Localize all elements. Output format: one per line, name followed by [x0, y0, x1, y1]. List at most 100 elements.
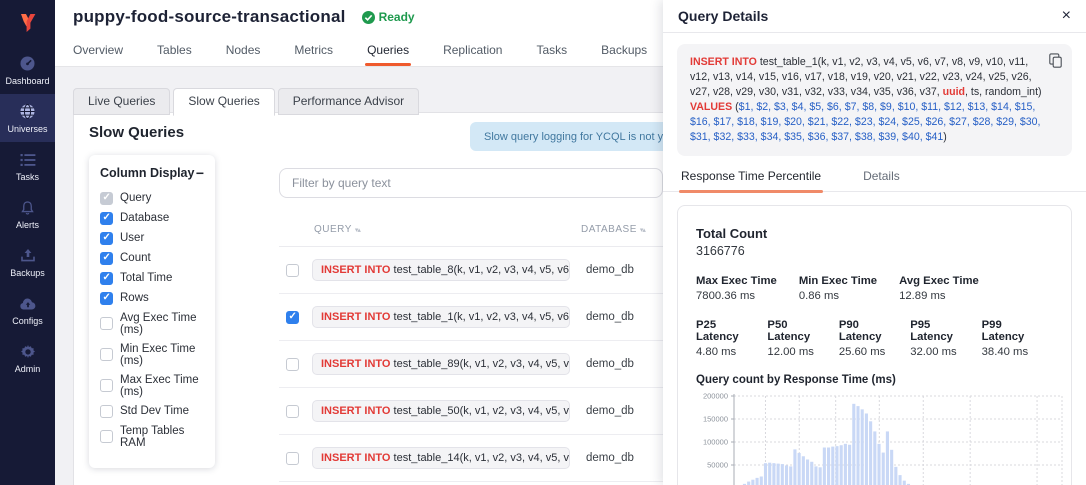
- tab-nodes[interactable]: Nodes: [226, 34, 261, 66]
- table-row[interactable]: INSERT INTO test_table_8(k, v1, v2, v3, …: [279, 247, 663, 294]
- column-header-query[interactable]: QUERY▾▴: [314, 224, 581, 235]
- column-toggle-temp-tables-ram[interactable]: Temp Tables RAM: [89, 421, 215, 452]
- query-pill: INSERT INTO test_table_50(k, v1, v2, v3,…: [312, 400, 570, 422]
- row-checkbox[interactable]: [286, 405, 299, 418]
- table-row[interactable]: INSERT INTO test_table_14(k, v1, v2, v3,…: [279, 435, 663, 482]
- details-tab-details[interactable]: Details: [861, 169, 902, 191]
- svg-text:150000: 150000: [703, 415, 728, 424]
- collapse-minus-icon[interactable]: −: [196, 168, 204, 178]
- stat-value: 12.00 ms: [767, 346, 824, 358]
- sql-query-box: INSERT INTO test_table_1(k, v1, v2, v3, …: [677, 44, 1072, 156]
- row-checkbox[interactable]: [286, 452, 299, 465]
- checkbox: [100, 192, 113, 205]
- percentile-stats-card: Total Count 3166776 Max Exec Time7800.36…: [677, 205, 1072, 485]
- tab-tables[interactable]: Tables: [157, 34, 192, 66]
- column-toggle-label: Temp Tables RAM: [120, 425, 204, 449]
- stat-label: P99 Latency: [982, 319, 1039, 343]
- checkbox[interactable]: [100, 212, 113, 225]
- table-row[interactable]: INSERT INTO test_table_1(k, v1, v2, v3, …: [279, 294, 663, 341]
- bell-icon: [20, 199, 35, 216]
- sidebar-item-label: Universes: [7, 124, 47, 134]
- sidebar-nav: Dashboard Universes Tasks AlertsBackupsConf…: [0, 46, 55, 382]
- checkbox[interactable]: [100, 292, 113, 305]
- column-display-title: Column Display: [100, 166, 194, 180]
- subtab-slow-queries[interactable]: Slow Queries: [173, 88, 274, 116]
- stat-value: 38.40 ms: [982, 346, 1039, 358]
- column-toggle-label: Database: [120, 212, 169, 224]
- sidebar-item-backups[interactable]: Backups: [0, 238, 55, 286]
- sidebar-item-configs[interactable]: Configs: [0, 286, 55, 334]
- stat-label: P50 Latency: [767, 319, 824, 343]
- tab-overview[interactable]: Overview: [73, 34, 123, 66]
- subtab-live-queries[interactable]: Live Queries: [73, 88, 170, 115]
- column-toggle-query[interactable]: Query: [89, 188, 215, 208]
- sql-segment: INSERT INTO: [690, 56, 760, 68]
- column-toggle-count[interactable]: Count: [89, 248, 215, 268]
- query-details-panel: Query Details × INSERT INTO test_table_1…: [663, 0, 1086, 485]
- sidebar-item-admin[interactable]: Admin: [0, 334, 55, 382]
- sql-segment: , ts, random_int): [965, 86, 1042, 98]
- table-header-row: QUERY▾▴DATABASE▾▴: [279, 224, 663, 247]
- column-toggle-min-exec-time-ms-[interactable]: Min Exec Time (ms): [89, 339, 215, 370]
- query-text: test_table_50(k, v1, v2, v3, v4, v5, v6,…: [390, 405, 570, 417]
- tab-tasks[interactable]: Tasks: [536, 34, 567, 66]
- sidebar-item-alerts[interactable]: Alerts: [0, 190, 55, 238]
- database-cell: demo_db: [586, 452, 634, 464]
- table-row[interactable]: INSERT INTO test_table_50(k, v1, v2, v3,…: [279, 388, 663, 435]
- column-toggle-std-dev-time[interactable]: Std Dev Time: [89, 401, 215, 421]
- query-text: test_table_14(k, v1, v2, v3, v4, v5, v6,…: [390, 452, 570, 464]
- column-header-database[interactable]: DATABASE▾▴: [581, 224, 645, 235]
- gear-icon: [20, 343, 36, 360]
- sidebar-item-label: Dashboard: [5, 76, 49, 86]
- sql-segment: $1, $2, $3, $4, $5, $6, $7, $8, $9, $10,…: [690, 101, 1040, 143]
- tab-metrics[interactable]: Metrics: [294, 34, 333, 66]
- status-badge-label: Ready: [379, 10, 415, 24]
- sidebar-item-label: Tasks: [16, 172, 39, 182]
- database-cell: demo_db: [586, 264, 634, 276]
- copy-icon[interactable]: [1049, 53, 1062, 73]
- tab-replication[interactable]: Replication: [443, 34, 502, 66]
- yugabyte-logo-icon[interactable]: [0, 0, 55, 46]
- checkbox[interactable]: [100, 430, 113, 443]
- column-toggle-max-exec-time-ms-[interactable]: Max Exec Time (ms): [89, 370, 215, 401]
- close-icon[interactable]: ×: [1062, 9, 1071, 23]
- column-toggle-label: User: [120, 232, 144, 244]
- cloud-icon: [19, 295, 37, 312]
- sidebar-item-tasks[interactable]: Tasks: [0, 142, 55, 190]
- column-toggle-avg-exec-time-ms-[interactable]: Avg Exec Time (ms): [89, 308, 215, 339]
- checkbox[interactable]: [100, 232, 113, 245]
- stat-max-exec-time: Max Exec Time7800.36 ms: [696, 275, 777, 302]
- svg-text:50000: 50000: [707, 461, 728, 470]
- stat-p90-latency: P90 Latency25.60 ms: [839, 319, 896, 358]
- checkbox[interactable]: [100, 317, 113, 330]
- checkbox[interactable]: [100, 252, 113, 265]
- column-toggle-total-time[interactable]: Total Time: [89, 268, 215, 288]
- sidebar-item-dashboard[interactable]: Dashboard: [0, 46, 55, 94]
- column-toggle-label: Count: [120, 252, 151, 264]
- row-checkbox[interactable]: [286, 264, 299, 277]
- column-toggle-label: Max Exec Time (ms): [120, 374, 204, 398]
- stat-value: 0.86 ms: [799, 290, 877, 302]
- row-checkbox[interactable]: [286, 311, 299, 324]
- details-tab-response-time-percentile[interactable]: Response Time Percentile: [679, 169, 823, 191]
- checkbox[interactable]: [100, 272, 113, 285]
- row-checkbox[interactable]: [286, 358, 299, 371]
- table-row[interactable]: INSERT INTO test_table_89(k, v1, v2, v3,…: [279, 341, 663, 388]
- query-filter-input[interactable]: [279, 168, 663, 198]
- column-toggle-database[interactable]: Database: [89, 208, 215, 228]
- sql-segment: ): [943, 131, 947, 143]
- sidebar-item-universes[interactable]: Universes: [0, 94, 55, 142]
- sidebar-item-label: Admin: [15, 364, 41, 374]
- column-toggle-rows[interactable]: Rows: [89, 288, 215, 308]
- subtab-performance-advisor[interactable]: Performance Advisor: [278, 88, 419, 115]
- response-time-histogram: 050000100000150000200000[1.5,1.6)[3.6,4.…: [696, 390, 1053, 485]
- column-toggle-label: Min Exec Time (ms): [120, 343, 204, 367]
- tab-queries[interactable]: Queries: [367, 34, 409, 66]
- checkbox[interactable]: [100, 379, 113, 392]
- query-pill: INSERT INTO test_table_8(k, v1, v2, v3, …: [312, 259, 570, 281]
- tab-backups[interactable]: Backups: [601, 34, 647, 66]
- sort-icon: ▾▴: [640, 227, 645, 234]
- column-toggle-user[interactable]: User: [89, 228, 215, 248]
- checkbox[interactable]: [100, 405, 113, 418]
- checkbox[interactable]: [100, 348, 113, 361]
